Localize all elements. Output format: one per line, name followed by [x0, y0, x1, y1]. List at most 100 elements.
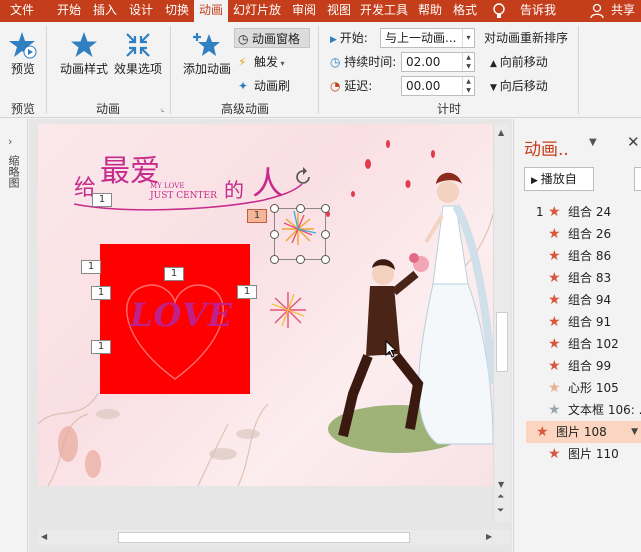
animation-pane-icon: ◷ — [238, 32, 249, 46]
move-later-button[interactable]: ▼ 向后移动 — [490, 76, 548, 96]
animation-list-item[interactable]: ★ 组合 86 — [524, 245, 641, 267]
delay-label-text: 延迟: — [344, 79, 373, 93]
share-button[interactable]: 共享 — [606, 0, 640, 22]
animation-list-item[interactable]: ★ 组合 102 — [524, 333, 641, 355]
animation-pane-button[interactable]: ◷ 动画窗格 — [234, 28, 310, 48]
trigger-button[interactable]: ⚡ 触发 ▾ — [238, 52, 308, 72]
tab-transitions[interactable]: 切换 — [160, 0, 194, 22]
spinner-arrows-icon[interactable]: ▲ ▼ — [462, 53, 474, 71]
scroll-left-icon[interactable]: ◀ — [41, 532, 47, 541]
group-separator — [170, 26, 171, 114]
resize-handle[interactable] — [296, 255, 305, 264]
vertical-scrollbar[interactable]: ▲ ▼ ⏶ ⏷ — [493, 124, 510, 522]
animation-list-item[interactable]: ★ 组合 83 — [524, 267, 641, 289]
animation-list-item[interactable]: ★ 心形 105 — [524, 377, 641, 399]
animation-painter-button[interactable]: ✦ 动画刷 — [238, 76, 308, 96]
preview-button[interactable]: 预览 — [6, 30, 40, 77]
pane-options-chevron-icon[interactable]: ▼ — [589, 137, 597, 148]
tab-insert[interactable]: 插入 — [88, 0, 122, 22]
resize-handle[interactable] — [321, 230, 330, 239]
move-earlier-button[interactable]: ▲ 向前移动 — [490, 52, 548, 72]
tab-view[interactable]: 视图 — [322, 0, 356, 22]
animation-tag[interactable]: 1 — [237, 285, 257, 299]
resize-handle[interactable] — [270, 230, 279, 239]
tab-format[interactable]: 格式 — [448, 0, 482, 22]
animation-effect-star-icon: ★ — [548, 292, 561, 308]
animation-list-item[interactable]: ★ 文本框 106: .. — [524, 399, 641, 421]
tab-review[interactable]: 审阅 — [287, 0, 321, 22]
group-separator — [578, 26, 579, 114]
start-label: ▶ 开始: — [330, 28, 368, 48]
animation-list-item[interactable]: ★ 组合 94 — [524, 289, 641, 311]
tab-help[interactable]: 帮助 — [413, 0, 447, 22]
animation-tag[interactable]: 1 — [91, 340, 111, 354]
resize-handle[interactable] — [270, 255, 279, 264]
scroll-right-icon[interactable]: ▶ — [486, 532, 492, 541]
tab-slideshow[interactable]: 幻灯片放 — [229, 0, 285, 22]
tab-design[interactable]: 设计 — [124, 0, 158, 22]
spinner-arrows-icon[interactable]: ▲ ▼ — [462, 77, 474, 95]
selected-firework-picture[interactable] — [270, 204, 330, 264]
scrollbar-thumb[interactable] — [496, 312, 508, 372]
resize-handle[interactable] — [321, 204, 330, 213]
animation-effect-star-icon: ★ — [548, 358, 561, 374]
chevron-down-icon[interactable]: ▾ — [462, 29, 474, 47]
scrollbar-thumb[interactable] — [118, 532, 410, 543]
tab-animations[interactable]: 动画 — [194, 0, 228, 22]
add-animation-button[interactable]: 添加动画 — [180, 30, 234, 77]
scroll-down-icon[interactable]: ▼ — [498, 480, 504, 489]
animation-item-label: 组合 83 — [568, 271, 612, 285]
effect-options-icon — [112, 30, 164, 60]
animation-list-item[interactable]: ★ 图片 108 ▼ — [526, 421, 641, 443]
group-separator — [318, 26, 319, 114]
play-from-button[interactable]: ▶ 播放自 — [524, 167, 594, 191]
animation-effect-star-icon: ★ — [548, 204, 561, 220]
animation-tag[interactable]: 1 — [92, 193, 112, 207]
animation-tag[interactable]: 1 — [164, 267, 184, 281]
duration-label-text: 持续时间: — [344, 55, 397, 69]
animation-styles-button[interactable]: 动画样式 — [58, 30, 110, 77]
animation-item-label: 心形 105 — [568, 381, 619, 395]
animation-list-item[interactable]: ★ 组合 91 — [524, 311, 641, 333]
animation-list-item[interactable]: ★ 图片 110 — [524, 443, 641, 465]
horizontal-scrollbar[interactable]: ◀ ▶ — [38, 530, 510, 545]
animation-effect-star-icon: ★ — [548, 226, 561, 242]
start-dropdown[interactable]: 与上一动画... ▾ — [380, 28, 475, 48]
delay-field[interactable]: 00.00 ▲ ▼ — [401, 76, 475, 96]
start-value: 与上一动画... — [385, 31, 457, 45]
rotate-handle-icon[interactable] — [292, 166, 314, 188]
item-dropdown-chevron-icon[interactable]: ▼ — [631, 421, 638, 443]
next-slide-icon[interactable]: ⏷ — [497, 506, 504, 516]
thumbnail-pane-label[interactable]: 缩略图 — [6, 155, 20, 188]
painter-icon: ✦ — [238, 79, 249, 93]
animation-list-item[interactable]: 1 ★ 组合 24 — [524, 201, 641, 223]
effect-options-button[interactable]: 效果选项 — [112, 30, 164, 77]
animation-list-item[interactable]: ★ 组合 99 — [524, 355, 641, 377]
scroll-up-icon[interactable]: ▲ — [498, 128, 504, 137]
resize-handle[interactable] — [270, 204, 279, 213]
animation-tag-selected[interactable]: 1 — [247, 209, 267, 223]
thumbnail-pane: › 缩略图 — [0, 119, 28, 552]
expand-chevron-icon[interactable]: › — [8, 135, 12, 148]
delay-icon: ◔ — [330, 79, 345, 93]
tell-me-box[interactable]: 告诉我 — [514, 0, 562, 22]
previous-slide-icon[interactable]: ⏶ — [497, 492, 504, 502]
ribbon-tab-bar: 文件 开始 插入 设计 切换 动画 幻灯片放 审阅 视图 开发工具 帮助 格式 … — [0, 0, 641, 22]
pane-button-partial[interactable] — [634, 167, 641, 191]
slide-canvas[interactable]: 给 最爱 的 人 MY LOVE JUST CENTER LOVE 1 1 1 … — [38, 124, 493, 486]
tab-developer[interactable]: 开发工具 — [356, 0, 412, 22]
animation-list-item[interactable]: ★ 组合 26 — [524, 223, 641, 245]
animation-effect-star-icon: ★ — [536, 424, 549, 440]
animation-item-label: 组合 24 — [568, 205, 612, 219]
tab-home[interactable]: 开始 — [52, 0, 86, 22]
animation-tag[interactable]: 1 — [91, 286, 111, 300]
tab-file[interactable]: 文件 — [0, 0, 44, 22]
animation-item-label: 组合 99 — [568, 359, 612, 373]
animation-tag[interactable]: 1 — [81, 260, 101, 274]
resize-handle[interactable] — [321, 255, 330, 264]
animation-effect-star-icon: ★ — [548, 336, 561, 352]
dialog-launcher-icon[interactable]: ⌞ — [161, 104, 165, 113]
duration-field[interactable]: 02.00 ▲ ▼ — [401, 52, 475, 72]
close-icon[interactable]: ✕ — [627, 133, 640, 151]
resize-handle[interactable] — [296, 204, 305, 213]
